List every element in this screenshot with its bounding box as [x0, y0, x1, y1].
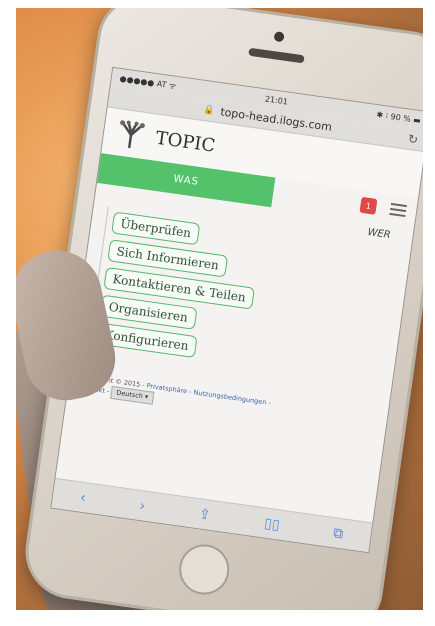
brand-name[interactable]: TOPIC — [154, 127, 216, 156]
home-button[interactable] — [175, 541, 233, 598]
lock-icon: 🔒 — [202, 104, 216, 116]
battery-indicator: ✱ ⁝ 90 % ▬ — [375, 109, 422, 125]
safari-toolbar: ‹ › ⇪ ▯▯ ⧉ — [51, 477, 373, 553]
notification-badge[interactable]: 1 — [359, 196, 378, 215]
phone-screen: ●●●●● AT ᯤ 21:01 ✱ ⁝ 90 % ▬ 🔒 topo-head.… — [50, 66, 432, 554]
hamburger-menu-icon[interactable] — [389, 202, 407, 218]
tree-icon[interactable] — [114, 117, 148, 151]
forward-icon[interactable]: › — [138, 497, 146, 514]
bookmarks-icon[interactable]: ▯▯ — [263, 515, 280, 533]
share-icon[interactable]: ⇪ — [198, 506, 212, 523]
earpiece-speaker — [248, 47, 305, 64]
language-selected: Deutsch — [115, 388, 144, 401]
tab-wer[interactable]: WER — [366, 227, 391, 246]
reload-icon[interactable]: ↻ — [407, 131, 419, 146]
back-icon[interactable]: ‹ — [79, 489, 87, 506]
front-camera — [273, 31, 285, 43]
tabs-icon[interactable]: ⧉ — [332, 525, 344, 542]
status-time: 21:01 — [264, 93, 289, 107]
chevron-down-icon: ▾ — [144, 392, 149, 402]
